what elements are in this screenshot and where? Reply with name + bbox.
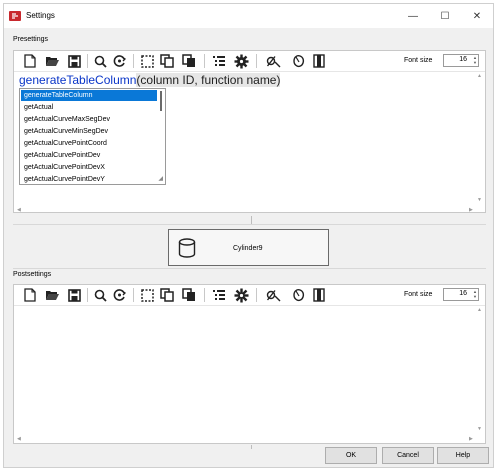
toolbar-separator	[256, 288, 257, 302]
title-bar: Settings — ☐ ✕	[4, 4, 493, 28]
font-size-value: 16	[459, 290, 467, 297]
save-icon[interactable]	[66, 287, 82, 303]
presettings-toolbar: Font size 16 ▲ ▼	[14, 51, 485, 72]
paste-icon[interactable]	[181, 287, 197, 303]
autocomplete-item[interactable]: getActualCurveMinSegDev	[21, 126, 157, 137]
presettings-editor-panel[interactable]: Font size 16 ▲ ▼ generateTableColumn(col…	[13, 50, 486, 213]
scroll-down-icon[interactable]: ▼	[477, 426, 482, 432]
close-icon: ✕	[472, 10, 482, 22]
function-icon[interactable]	[265, 53, 281, 69]
font-size-spinner[interactable]: 16 ▲ ▼	[443, 288, 479, 301]
close-button[interactable]: ✕	[461, 4, 493, 28]
autocomplete-item[interactable]: getActualCurvePointDevY	[21, 174, 157, 184]
autocomplete-list[interactable]: generateTableColumn getActual getActualC…	[19, 88, 166, 185]
toolbar-separator	[87, 288, 88, 302]
autocomplete-item[interactable]: generateTableColumn	[21, 90, 157, 101]
new-file-icon[interactable]	[22, 53, 38, 69]
settings-icon[interactable]	[233, 287, 249, 303]
list-format-icon[interactable]	[211, 287, 227, 303]
postsettings-toolbar: Font size 16 ▲ ▼	[14, 285, 485, 306]
cylinder-icon	[178, 238, 196, 258]
new-file-icon[interactable]	[22, 287, 38, 303]
toolbar-separator	[87, 54, 88, 68]
ok-button[interactable]: OK	[325, 447, 377, 464]
list-format-icon[interactable]	[211, 53, 227, 69]
settings-window: Settings — ☐ ✕ Presettings Font size 16 …	[3, 3, 494, 468]
settings-icon[interactable]	[233, 53, 249, 69]
code-line[interactable]: generateTableColumn(column ID, function …	[19, 73, 281, 87]
maximize-button[interactable]: ☐	[429, 4, 461, 28]
toolbar-separator	[133, 288, 134, 302]
select-all-icon[interactable]	[139, 53, 155, 69]
autocomplete-item[interactable]: getActualCurvePointDevX	[21, 162, 157, 173]
toolbar-separator	[256, 54, 257, 68]
scroll-down-icon[interactable]: ▼	[477, 197, 482, 203]
autocomplete-scrollbar[interactable]	[160, 91, 162, 111]
open-folder-icon[interactable]	[44, 287, 60, 303]
scroll-left-icon[interactable]: ◀	[17, 436, 21, 442]
insert-hand-icon[interactable]	[290, 287, 306, 303]
toolbar-separator	[204, 54, 205, 68]
spin-down-icon[interactable]: ▼	[473, 61, 477, 65]
splitter[interactable]	[13, 268, 486, 269]
font-size-value: 16	[459, 56, 467, 63]
scroll-left-icon[interactable]: ◀	[17, 207, 21, 213]
find-icon[interactable]	[92, 287, 108, 303]
autocomplete-item[interactable]: getActual	[21, 102, 157, 113]
splitter[interactable]	[13, 224, 486, 225]
toolbar-separator	[133, 54, 134, 68]
replace-icon[interactable]	[112, 287, 128, 303]
help-button[interactable]: Help	[437, 447, 489, 464]
element-card[interactable]: Cylinder9	[168, 229, 329, 266]
scroll-right-icon[interactable]: ▶	[469, 436, 473, 442]
paste-icon[interactable]	[181, 53, 197, 69]
font-size-label: Font size	[404, 291, 433, 298]
minimize-button[interactable]: —	[397, 4, 429, 28]
open-folder-icon[interactable]	[44, 53, 60, 69]
insert-hand-icon[interactable]	[290, 53, 306, 69]
font-size-spinner[interactable]: 16 ▲ ▼	[443, 54, 479, 67]
find-icon[interactable]	[92, 53, 108, 69]
toolbar-separator	[204, 288, 205, 302]
app-logo-icon	[9, 11, 21, 21]
scroll-right-icon[interactable]: ▶	[469, 207, 473, 213]
maximize-icon: ☐	[440, 10, 450, 22]
spin-down-icon[interactable]: ▼	[473, 295, 477, 299]
function-icon[interactable]	[265, 287, 281, 303]
postsettings-editor-panel[interactable]: Font size 16 ▲ ▼ ▲ ▼ ◀ ▶	[13, 284, 486, 444]
code-function-name: generateTableColumn	[19, 73, 137, 87]
font-size-label: Font size	[404, 57, 433, 64]
splitter-handle[interactable]	[251, 216, 252, 224]
window-title: Settings	[26, 11, 55, 20]
postsettings-label: Postsettings	[13, 271, 52, 278]
scroll-up-icon[interactable]: ▲	[477, 307, 482, 313]
copy-icon[interactable]	[159, 53, 175, 69]
autocomplete-item[interactable]: getActualCurvePointCoord	[21, 138, 157, 149]
select-all-icon[interactable]	[139, 287, 155, 303]
element-name: Cylinder9	[233, 245, 263, 252]
splitter-handle[interactable]	[251, 445, 252, 449]
resize-grip-icon[interactable]: ◢	[158, 175, 163, 182]
panel-icon[interactable]	[311, 287, 327, 303]
cancel-button[interactable]: Cancel	[382, 447, 434, 464]
autocomplete-item[interactable]: getActualCurvePointDev	[21, 150, 157, 161]
code-signature-hint: (column ID, function name)	[136, 73, 281, 87]
presettings-label: Presettings	[13, 36, 49, 43]
copy-icon[interactable]	[159, 287, 175, 303]
save-icon[interactable]	[66, 53, 82, 69]
scroll-up-icon[interactable]: ▲	[477, 73, 482, 79]
minimize-icon: —	[408, 10, 418, 22]
panel-icon[interactable]	[311, 53, 327, 69]
autocomplete-item[interactable]: getActualCurveMaxSegDev	[21, 114, 157, 125]
replace-icon[interactable]	[112, 53, 128, 69]
